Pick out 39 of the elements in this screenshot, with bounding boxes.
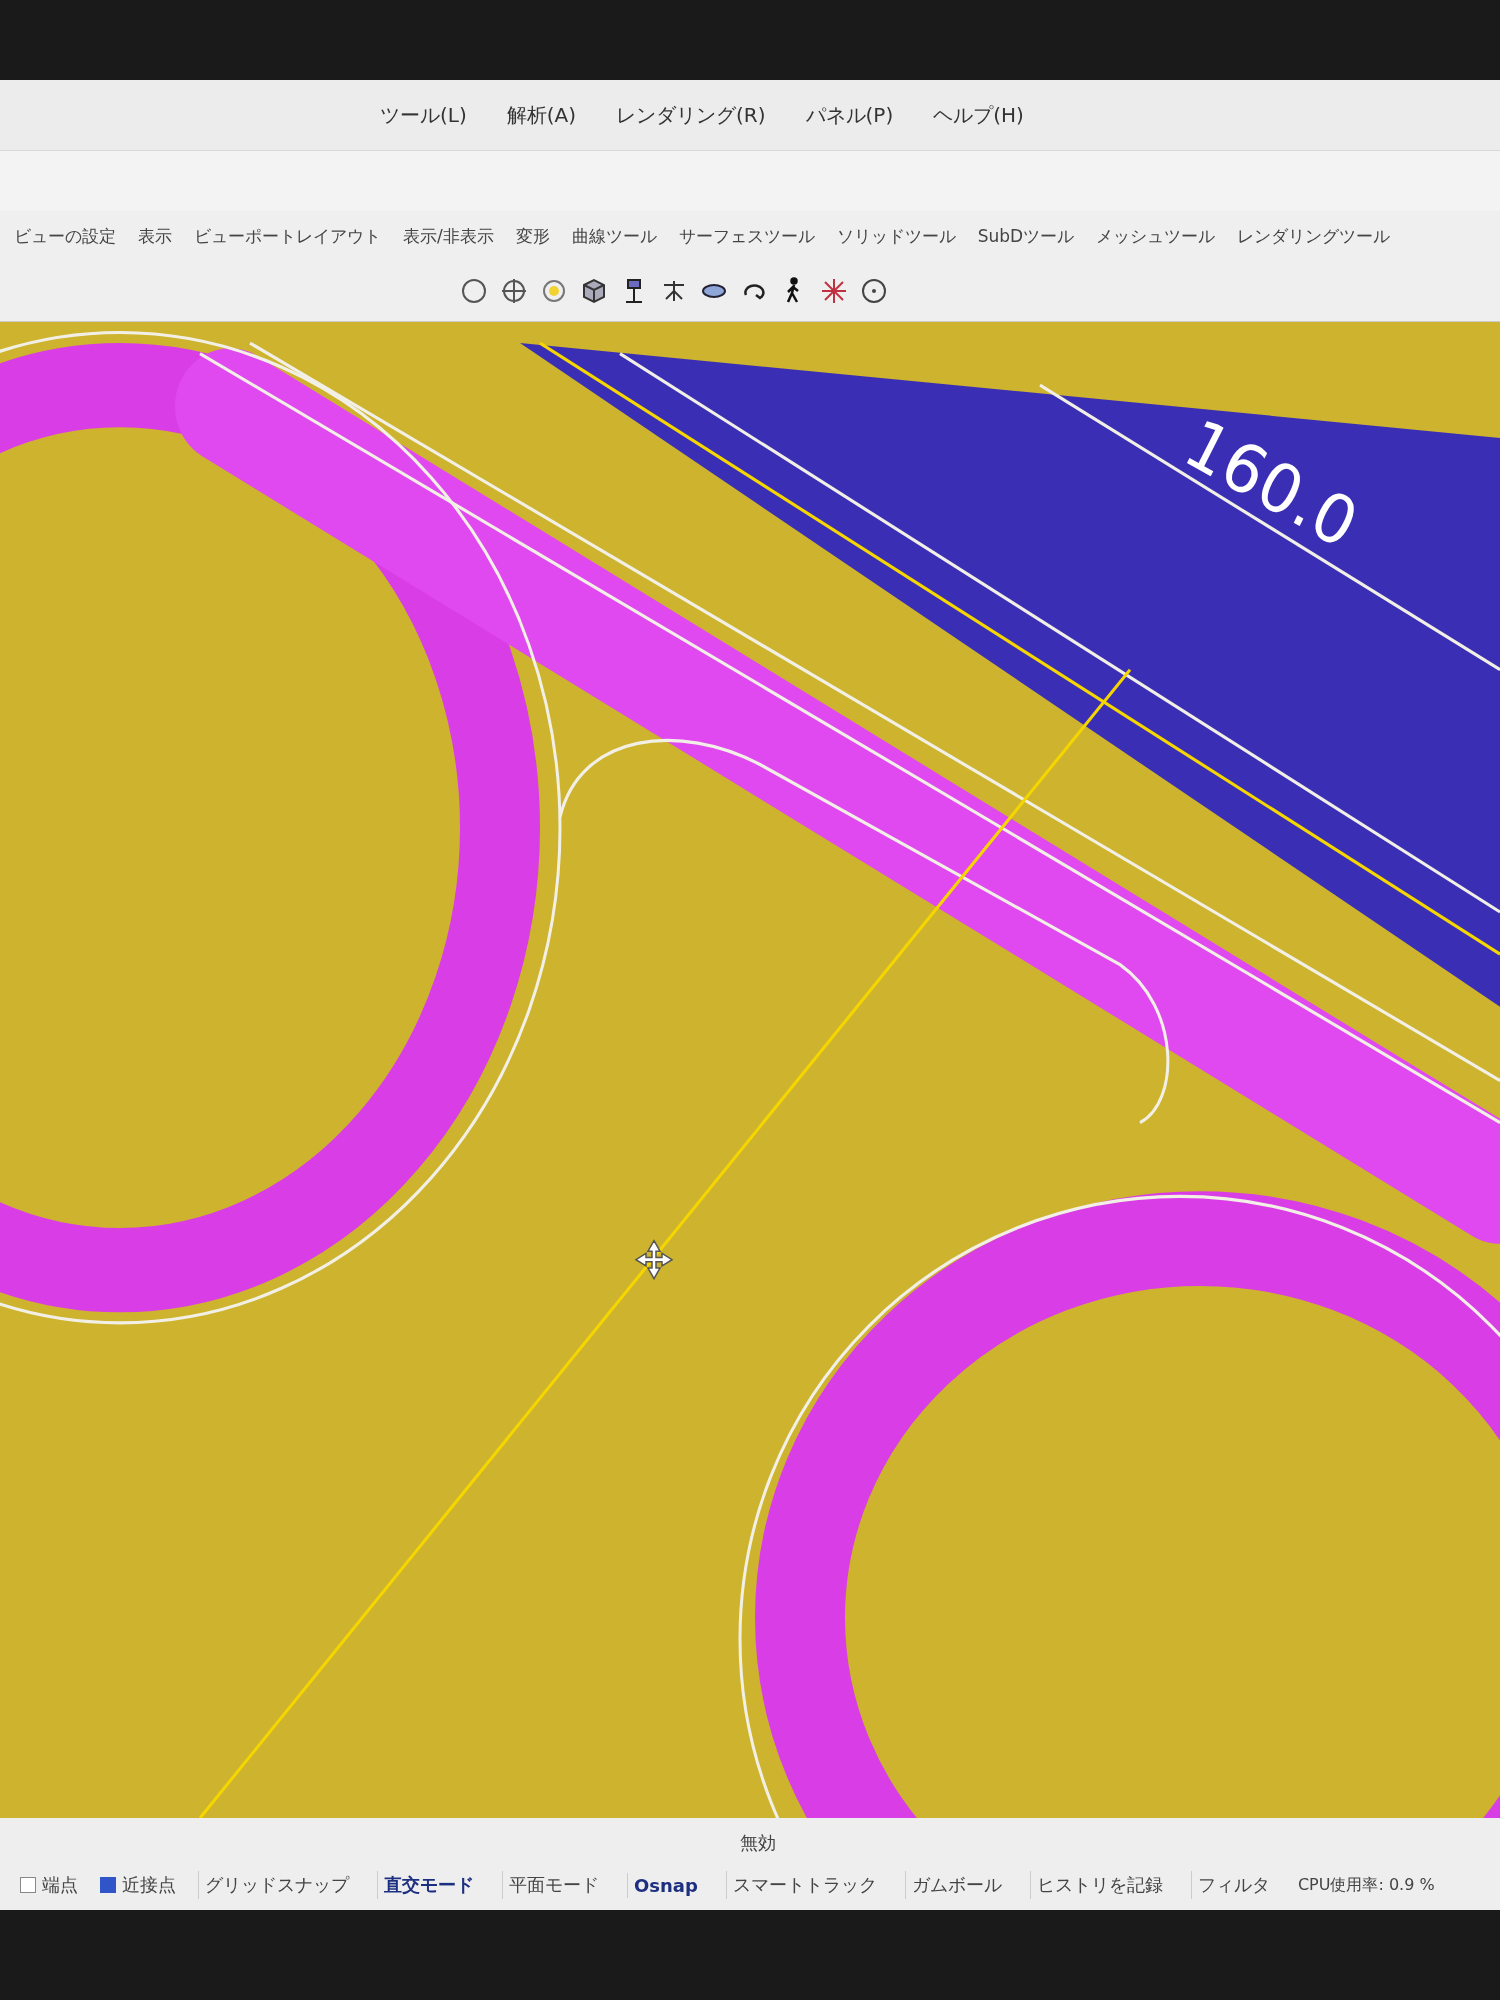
menu-item[interactable]: ツール(L) [380,101,467,129]
starburst-icon[interactable] [820,277,848,305]
status-toggle[interactable]: グリッドスナップ [198,1871,355,1899]
target-icon[interactable] [860,277,888,305]
snap-state-text: 無効 [740,1831,776,1855]
toolbar-tab[interactable]: 表示 [136,220,174,252]
snap-checkbox[interactable]: 近接点 [100,1873,176,1897]
menu-item[interactable]: パネル(P) [805,101,894,129]
circle-icon[interactable] [460,277,488,305]
snap-label: 端点 [42,1873,78,1897]
status-toggle[interactable]: スマートトラック [725,1871,883,1899]
toolbar-tab[interactable]: レンダリングツール [1235,220,1393,252]
toolbar-tab[interactable]: ビューポートレイアウト [192,220,383,252]
toolbar-tab[interactable]: サーフェスツール [676,220,817,252]
move-cursor-icon [634,1239,674,1281]
status-toggle[interactable]: ガムボール [904,1871,1008,1899]
toolbar-tab[interactable]: ソリッドツール [834,220,958,252]
menu-item[interactable]: 解析(A) [506,101,577,129]
cube-icon[interactable] [580,277,608,305]
sun-icon[interactable] [540,277,568,305]
status-toggle[interactable]: ヒストリを記録 [1029,1871,1169,1899]
status-toggle[interactable]: 直交モード [377,1871,480,1899]
menu-item[interactable]: レンダリング(R) [616,101,766,129]
checkbox-icon[interactable] [20,1877,36,1893]
toolbar-tab[interactable]: ビューの設定 [12,220,118,252]
toolbar-tab[interactable]: 曲線ツール [569,220,659,252]
status-toggle[interactable]: Osnap [627,1872,704,1898]
toolbar-tab[interactable]: SubDツール [975,220,1077,252]
status-toggle[interactable]: 平面モード [502,1871,605,1899]
snap-checkbox[interactable]: 端点 [20,1873,78,1897]
checkbox-icon[interactable] [100,1877,116,1893]
toolbar-tab[interactable]: 表示/非表示 [401,220,496,252]
toolbar-tab[interactable]: メッシュツール [1094,220,1218,252]
snap-label: 近接点 [122,1873,176,1897]
status-toggle[interactable]: フィルタ [1190,1871,1276,1899]
menu-item[interactable]: ヘルプ(H) [933,101,1024,129]
crosshair-icon[interactable] [500,277,528,305]
cpu-usage-text: CPU使用率: 0.9 % [1297,1874,1435,1896]
toolbar-tab[interactable]: 変形 [513,220,552,252]
